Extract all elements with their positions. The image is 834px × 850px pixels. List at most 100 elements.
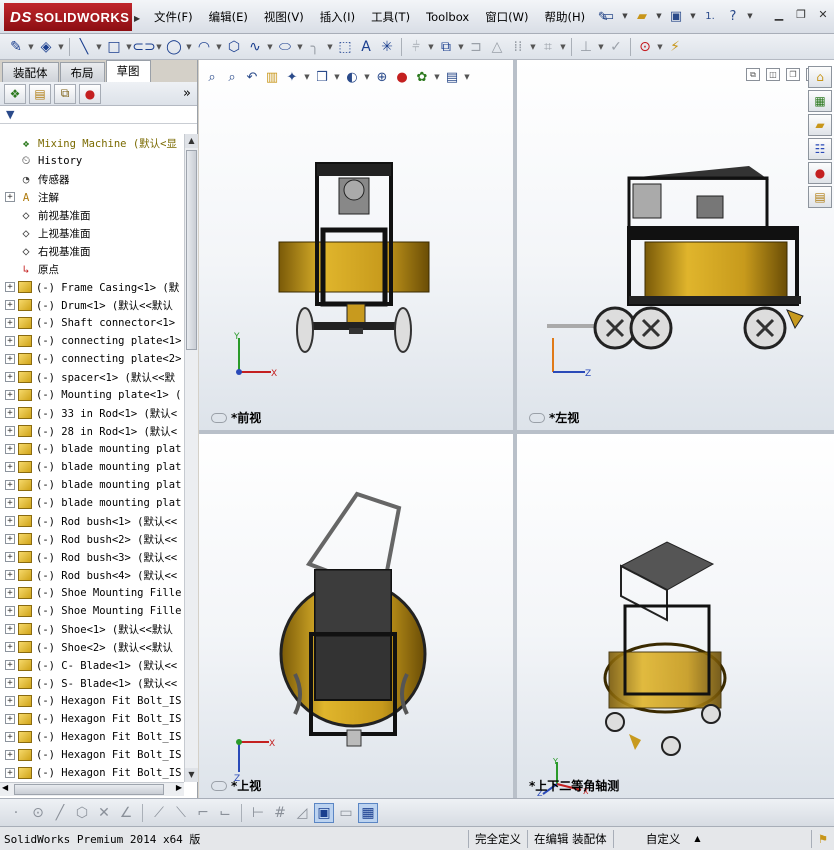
tree-item[interactable]: ◇ 前视基准面	[0, 206, 184, 224]
expand-icon[interactable]: +	[5, 480, 15, 490]
expand-icon[interactable]: +	[5, 606, 15, 616]
expand-icon[interactable]: +	[5, 426, 15, 436]
viewport-front[interactable]: Y X *前视	[199, 60, 513, 430]
tree-item[interactable]: + (-) connecting plate<2>	[0, 350, 184, 368]
linear-pattern-icon[interactable]: ⁞⁞	[508, 37, 528, 57]
menu-help[interactable]: 帮助(H)	[537, 6, 594, 28]
tree-item[interactable]: ◇ 上视基准面	[0, 224, 184, 242]
line-icon[interactable]: ╱	[50, 803, 70, 823]
dynamic-annotation-icon[interactable]: ✦	[283, 68, 301, 86]
hide-show-items-icon[interactable]: ⊕	[373, 68, 391, 86]
single-view-icon[interactable]: ▭	[336, 803, 356, 823]
tool-b-icon[interactable]: ⟍	[171, 803, 191, 823]
move-entities-icon[interactable]: ⌗	[538, 37, 558, 57]
chevron-down-icon[interactable]: ▼	[326, 43, 334, 51]
scroll-down-icon[interactable]: ▼	[185, 768, 198, 782]
chevron-down-icon[interactable]: ▼	[333, 73, 341, 81]
tree-filter[interactable]: ▼	[0, 106, 197, 124]
tool-c-icon[interactable]: ⌐	[193, 803, 213, 823]
chevron-down-icon[interactable]: ▼	[215, 43, 223, 51]
tree-item[interactable]: + (-) Shoe Mounting Fille	[0, 602, 184, 620]
previous-view-icon[interactable]: ↶	[243, 68, 261, 86]
chevron-down-icon[interactable]: ▼	[27, 43, 35, 51]
tree-item[interactable]: + (-) Drum<1> (默认<<默认	[0, 296, 184, 314]
line-icon[interactable]: ╲	[74, 37, 94, 57]
point-icon[interactable]: ✳	[377, 37, 397, 57]
graphics-area[interactable]: ⌕ ⌕ ↶ ▥ ✦ ▼ ❒ ▼ ◐ ▼ ⊕ ● ✿ ▼ ▤ ▼ Y X *前视 …	[199, 60, 834, 798]
chevron-down-icon[interactable]: ▼	[559, 43, 567, 51]
tree-item[interactable]: ↳ 原点	[0, 260, 184, 278]
tree-item[interactable]: + (-) spacer<1> (默认<<默	[0, 368, 184, 386]
tree-item[interactable]: + (-) 28 in Rod<1> (默认<	[0, 422, 184, 440]
tree-vertical-scrollbar[interactable]: ▲ ▼	[184, 134, 198, 782]
expand-icon[interactable]: +	[5, 462, 15, 472]
apply-scene-icon[interactable]: ✿	[413, 68, 431, 86]
print-icon[interactable]: 1.	[700, 6, 720, 26]
expand-icon[interactable]: +	[5, 300, 15, 310]
expand-icon[interactable]: +	[5, 588, 15, 598]
tree-item[interactable]: + (-) Shaft connector<1>	[0, 314, 184, 332]
tab-layout[interactable]: 布局	[59, 62, 105, 82]
viewport-splitter-horizontal[interactable]	[199, 430, 834, 434]
chevron-down-icon[interactable]: ▼	[155, 43, 163, 51]
chevron-down-icon[interactable]: ▼	[185, 43, 193, 51]
circle-icon[interactable]: ◯	[164, 37, 184, 57]
text-icon[interactable]: A	[356, 37, 376, 57]
menu-view[interactable]: 视图(V)	[256, 6, 312, 28]
design-library-icon[interactable]: ▦	[808, 90, 832, 112]
expand-icon[interactable]: +	[5, 282, 15, 292]
custom-properties-icon[interactable]: ▤	[808, 186, 832, 208]
arc-icon[interactable]: ◠	[194, 37, 214, 57]
new-document-icon[interactable]: ▭	[598, 6, 618, 26]
expand-icon[interactable]: +	[5, 642, 15, 652]
expand-icon[interactable]: +	[5, 660, 15, 670]
expand-icon[interactable]: +	[5, 390, 15, 400]
tree-item[interactable]: + (-) Shoe Mounting Fille	[0, 584, 184, 602]
view-orientation-icon[interactable]: ❒	[313, 68, 331, 86]
expand-icon[interactable]: +	[5, 372, 15, 382]
menu-insert[interactable]: 插入(I)	[312, 6, 363, 28]
expand-icon[interactable]: +	[5, 714, 15, 724]
save-icon[interactable]: ▣	[666, 6, 686, 26]
tree-item[interactable]: + (-) connecting plate<1>	[0, 332, 184, 350]
expand-panel-icon[interactable]: »	[183, 86, 191, 101]
chevron-down-icon[interactable]: ▼	[427, 43, 435, 51]
edit-appearance-icon[interactable]: ●	[393, 68, 411, 86]
tab-sketch[interactable]: 草图	[105, 60, 151, 82]
rectangle-icon[interactable]: □	[104, 37, 124, 57]
sketch-icon[interactable]: ✎	[6, 37, 26, 57]
fillet-icon[interactable]: ╮	[305, 37, 325, 57]
tree-item[interactable]: + (-) Hexagon Fit Bolt_IS	[0, 692, 184, 710]
four-view-icon[interactable]: ▦	[358, 802, 378, 823]
tree-item[interactable]: + (-) blade mounting plat	[0, 494, 184, 512]
expand-icon[interactable]: +	[5, 408, 15, 418]
chevron-down-icon[interactable]: ▼	[529, 43, 537, 51]
slot-icon[interactable]: ⊂⊃	[132, 37, 155, 57]
display-style-icon[interactable]: ◐	[343, 68, 361, 86]
tree-item[interactable]: + (-) C- Blade<1> (默认<<	[0, 656, 184, 674]
expand-icon[interactable]: +	[5, 624, 15, 634]
tree-item[interactable]: + (-) Rod bush<3> (默认<<	[0, 548, 184, 566]
zoom-to-fit-icon[interactable]: ⌕	[203, 68, 221, 86]
tree-item[interactable]: + (-) Mounting plate<1> (	[0, 386, 184, 404]
shaded-view-icon[interactable]: ▣	[314, 802, 334, 823]
expand-icon[interactable]: +	[5, 768, 15, 778]
tree-item[interactable]: + (-) blade mounting plat	[0, 458, 184, 476]
link-views-icon[interactable]	[529, 412, 545, 423]
angle-snap-icon[interactable]: ◿	[292, 803, 312, 823]
chevron-down-icon[interactable]: ▼	[656, 43, 664, 51]
expand-icon[interactable]: +	[5, 192, 15, 202]
chevron-down-icon[interactable]: ▼	[95, 43, 103, 51]
smart-dimension-icon[interactable]: ◈	[36, 37, 56, 57]
expand-icon[interactable]: +	[5, 750, 15, 760]
tab-assembly[interactable]: 装配体	[2, 62, 59, 82]
expand-icon[interactable]: +	[5, 516, 15, 526]
dimension-icon[interactable]: ⊢	[248, 803, 268, 823]
expand-icon[interactable]: +	[5, 732, 15, 742]
scrollbar-thumb[interactable]	[186, 150, 197, 350]
configuration-manager-icon[interactable]: ⧉	[54, 83, 76, 104]
tree-horizontal-scrollbar[interactable]: ◀ ▶	[0, 782, 184, 796]
tool-a-icon[interactable]: ⟋	[149, 803, 169, 823]
appearances-icon[interactable]: ●	[808, 162, 832, 184]
spline-icon[interactable]: ∿	[245, 37, 265, 57]
